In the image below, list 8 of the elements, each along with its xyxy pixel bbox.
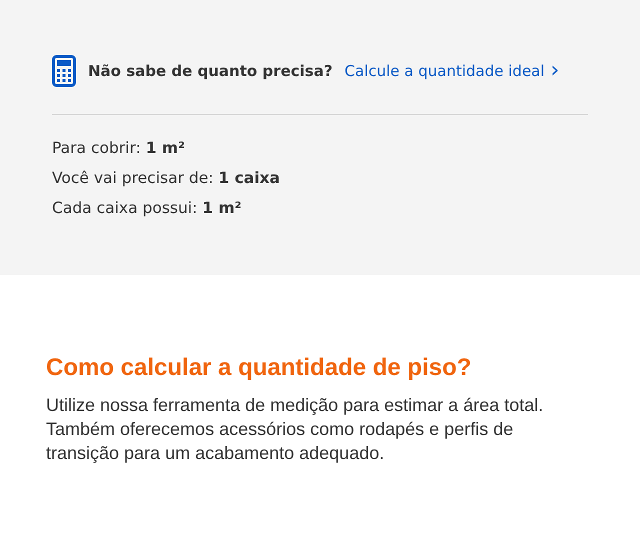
summary-line: Cada caixa possui: 1 m²	[52, 198, 242, 219]
calculator-question: Não sabe de quanto precisa?	[88, 60, 333, 82]
section-paragraph: Utilize nossa ferramenta de medição para estimar a área total. Também oferecemos acessórios como rodapés e perfis de transição para um acabamento adequado.	[46, 394, 544, 465]
calculator-link[interactable]: Calcule a quantidade ideal ›	[344, 60, 560, 82]
section-heading: Como calcular a quantidade de piso?	[46, 353, 472, 383]
summary-line: Para cobrir: 1 m²	[52, 138, 186, 159]
calculator-icon	[52, 55, 76, 87]
summary-line: Você vai precisar de: 1 caixa	[52, 168, 282, 189]
